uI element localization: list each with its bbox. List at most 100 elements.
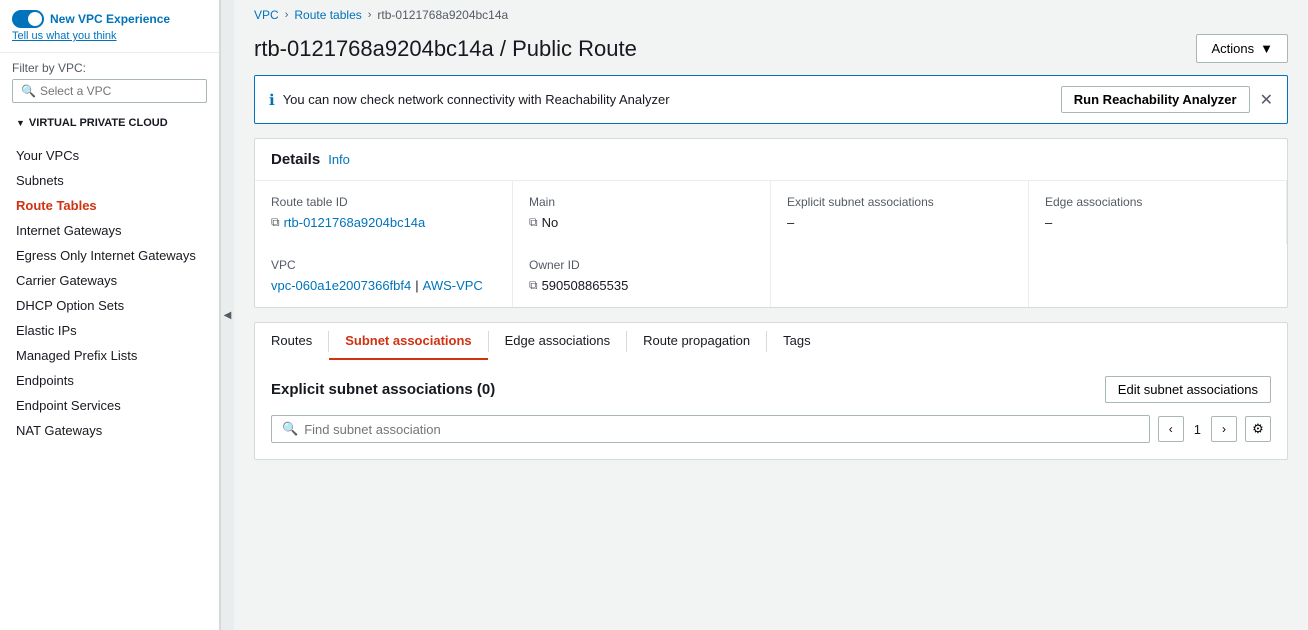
search-icon: 🔍: [282, 421, 298, 437]
owner-id-value: ⧉ 590508865535: [529, 278, 754, 293]
tab-subnet-associations[interactable]: Subnet associations: [329, 323, 487, 360]
breadcrumb: VPC › Route tables › rtb-0121768a9204bc1…: [234, 0, 1308, 30]
owner-id-label: Owner ID: [529, 258, 754, 272]
toggle-label: New VPC Experience: [50, 12, 170, 26]
section-label: VIRTUAL PRIVATE CLOUD: [29, 117, 168, 129]
banner-text: You can now check network connectivity w…: [283, 92, 670, 107]
route-table-id-cell: Route table ID ⧉ rtb-0121768a9204bc14a: [255, 181, 513, 244]
sidebar-item-dhcp[interactable]: DHCP Option Sets: [0, 293, 219, 318]
subnet-title-text: Explicit subnet associations: [271, 381, 473, 398]
tell-us-link[interactable]: Tell us what you think: [12, 30, 207, 42]
subnet-section-title: Explicit subnet associations (0): [271, 381, 495, 398]
tab-edge-associations[interactable]: Edge associations: [489, 323, 627, 360]
tabs-bar: Routes Subnet associations Edge associat…: [254, 322, 1288, 360]
copy-icon-rtid[interactable]: ⧉: [271, 215, 280, 230]
close-banner-button[interactable]: ✕: [1260, 90, 1273, 110]
main-value: ⧉ No: [529, 215, 754, 230]
filter-label: Filter by VPC:: [12, 61, 207, 75]
new-vpc-toggle[interactable]: [12, 10, 44, 28]
empty-cell-2: [1029, 244, 1287, 307]
sidebar-item-prefix-lists[interactable]: Managed Prefix Lists: [0, 343, 219, 368]
info-icon: ℹ: [269, 91, 275, 109]
copy-icon-main[interactable]: ⧉: [529, 215, 538, 230]
sidebar-item-egress-only[interactable]: Egress Only Internet Gateways: [0, 243, 219, 268]
sidebar-item-route-tables[interactable]: Route Tables: [0, 193, 219, 218]
main-label: Main: [529, 195, 754, 209]
route-table-id-link[interactable]: rtb-0121768a9204bc14a: [284, 215, 426, 230]
table-settings-button[interactable]: ⚙: [1245, 416, 1271, 442]
sidebar-item-endpoint-services[interactable]: Endpoint Services: [0, 393, 219, 418]
chevron-right-icon-2: ›: [368, 9, 372, 21]
edge-assoc-cell: Edge associations –: [1029, 181, 1287, 244]
sidebar-item-nat-gateways[interactable]: NAT Gateways: [0, 418, 219, 443]
explicit-subnet-label: Explicit subnet associations: [787, 195, 1012, 209]
actions-button[interactable]: Actions ▼: [1196, 34, 1288, 63]
main-cell: Main ⧉ No: [513, 181, 771, 244]
subnet-count: (0): [477, 381, 495, 398]
chevron-down-icon: ▼: [16, 118, 25, 128]
route-table-id-value: ⧉ rtb-0121768a9204bc14a: [271, 215, 496, 230]
breadcrumb-vpc[interactable]: VPC: [254, 8, 279, 22]
vpc-cell: VPC vpc-060a1e2007366fbf4 | AWS-VPC: [255, 244, 513, 307]
empty-cell-1: [771, 244, 1029, 307]
subnet-search-box[interactable]: 🔍: [271, 415, 1150, 443]
banner-right: Run Reachability Analyzer ✕: [1061, 86, 1273, 113]
prev-page-button[interactable]: ‹: [1158, 416, 1184, 442]
route-table-id-label: Route table ID: [271, 195, 496, 209]
sidebar-item-subnets[interactable]: Subnets: [0, 168, 219, 193]
details-title: Details: [271, 151, 320, 168]
chevron-right-icon-1: ›: [285, 9, 289, 21]
owner-id-text: 590508865535: [542, 278, 629, 293]
edge-assoc-label: Edge associations: [1045, 195, 1270, 209]
vpc-label: VPC: [271, 258, 496, 272]
search-icon: 🔍: [21, 84, 36, 98]
vpc-value: vpc-060a1e2007366fbf4 | AWS-VPC: [271, 278, 496, 293]
explicit-subnet-value: –: [787, 215, 1012, 230]
sidebar-nav: Your VPCs Subnets Route Tables Internet …: [0, 135, 219, 451]
details-card-header: Details Info: [255, 139, 1287, 181]
main-content: VPC › Route tables › rtb-0121768a9204bc1…: [234, 0, 1308, 630]
sidebar-collapse-handle[interactable]: ◀: [220, 0, 234, 630]
page-number: 1: [1188, 422, 1207, 437]
sidebar-item-internet-gateways[interactable]: Internet Gateways: [0, 218, 219, 243]
banner-left: ℹ You can now check network connectivity…: [269, 91, 670, 109]
vpc-id-link[interactable]: vpc-060a1e2007366fbf4: [271, 278, 411, 293]
filter-vpc-section: Filter by VPC: 🔍: [0, 53, 219, 111]
sidebar-header: New VPC Experience Tell us what you thin…: [0, 0, 219, 53]
sidebar-item-endpoints[interactable]: Endpoints: [0, 368, 219, 393]
page-title: rtb-0121768a9204bc14a / Public Route: [254, 36, 637, 62]
sidebar-item-your-vpcs[interactable]: Your VPCs: [0, 143, 219, 168]
actions-label: Actions: [1211, 41, 1254, 56]
breadcrumb-route-tables[interactable]: Route tables: [294, 8, 361, 22]
explicit-subnet-cell: Explicit subnet associations –: [771, 181, 1029, 244]
vpc-section-header[interactable]: ▼ VIRTUAL PRIVATE CLOUD: [0, 111, 219, 135]
edge-assoc-value: –: [1045, 215, 1270, 230]
vpc-filter-input-wrapper[interactable]: 🔍: [12, 79, 207, 103]
run-reachability-button[interactable]: Run Reachability Analyzer: [1061, 86, 1250, 113]
vpc-separator: |: [415, 278, 418, 293]
sidebar-item-carrier-gateways[interactable]: Carrier Gateways: [0, 268, 219, 293]
details-grid: Route table ID ⧉ rtb-0121768a9204bc14a M…: [255, 181, 1287, 307]
owner-id-cell: Owner ID ⧉ 590508865535: [513, 244, 771, 307]
subnet-search-input[interactable]: [304, 422, 1139, 437]
details-card: Details Info Route table ID ⧉ rtb-012176…: [254, 138, 1288, 308]
details-info-link[interactable]: Info: [328, 152, 350, 167]
actions-dropdown-icon: ▼: [1260, 41, 1273, 56]
tab-route-propagation[interactable]: Route propagation: [627, 323, 766, 360]
explicit-subnet-dash: –: [787, 215, 794, 230]
tab-tags[interactable]: Tags: [767, 323, 826, 360]
tab-routes[interactable]: Routes: [255, 323, 328, 360]
copy-icon-owner[interactable]: ⧉: [529, 278, 538, 293]
edge-assoc-dash: –: [1045, 215, 1052, 230]
breadcrumb-current: rtb-0121768a9204bc14a: [377, 8, 508, 22]
sidebar: New VPC Experience Tell us what you thin…: [0, 0, 220, 630]
sidebar-item-elastic-ips[interactable]: Elastic IPs: [0, 318, 219, 343]
edit-subnet-associations-button[interactable]: Edit subnet associations: [1105, 376, 1271, 403]
vpc-name-link[interactable]: AWS-VPC: [423, 278, 483, 293]
reachability-banner: ℹ You can now check network connectivity…: [254, 75, 1288, 124]
pagination: ‹ 1 ›: [1158, 416, 1237, 442]
next-page-button[interactable]: ›: [1211, 416, 1237, 442]
content-area: ℹ You can now check network connectivity…: [234, 75, 1308, 630]
vpc-filter-input[interactable]: [40, 84, 198, 98]
main-value-text: No: [542, 215, 559, 230]
